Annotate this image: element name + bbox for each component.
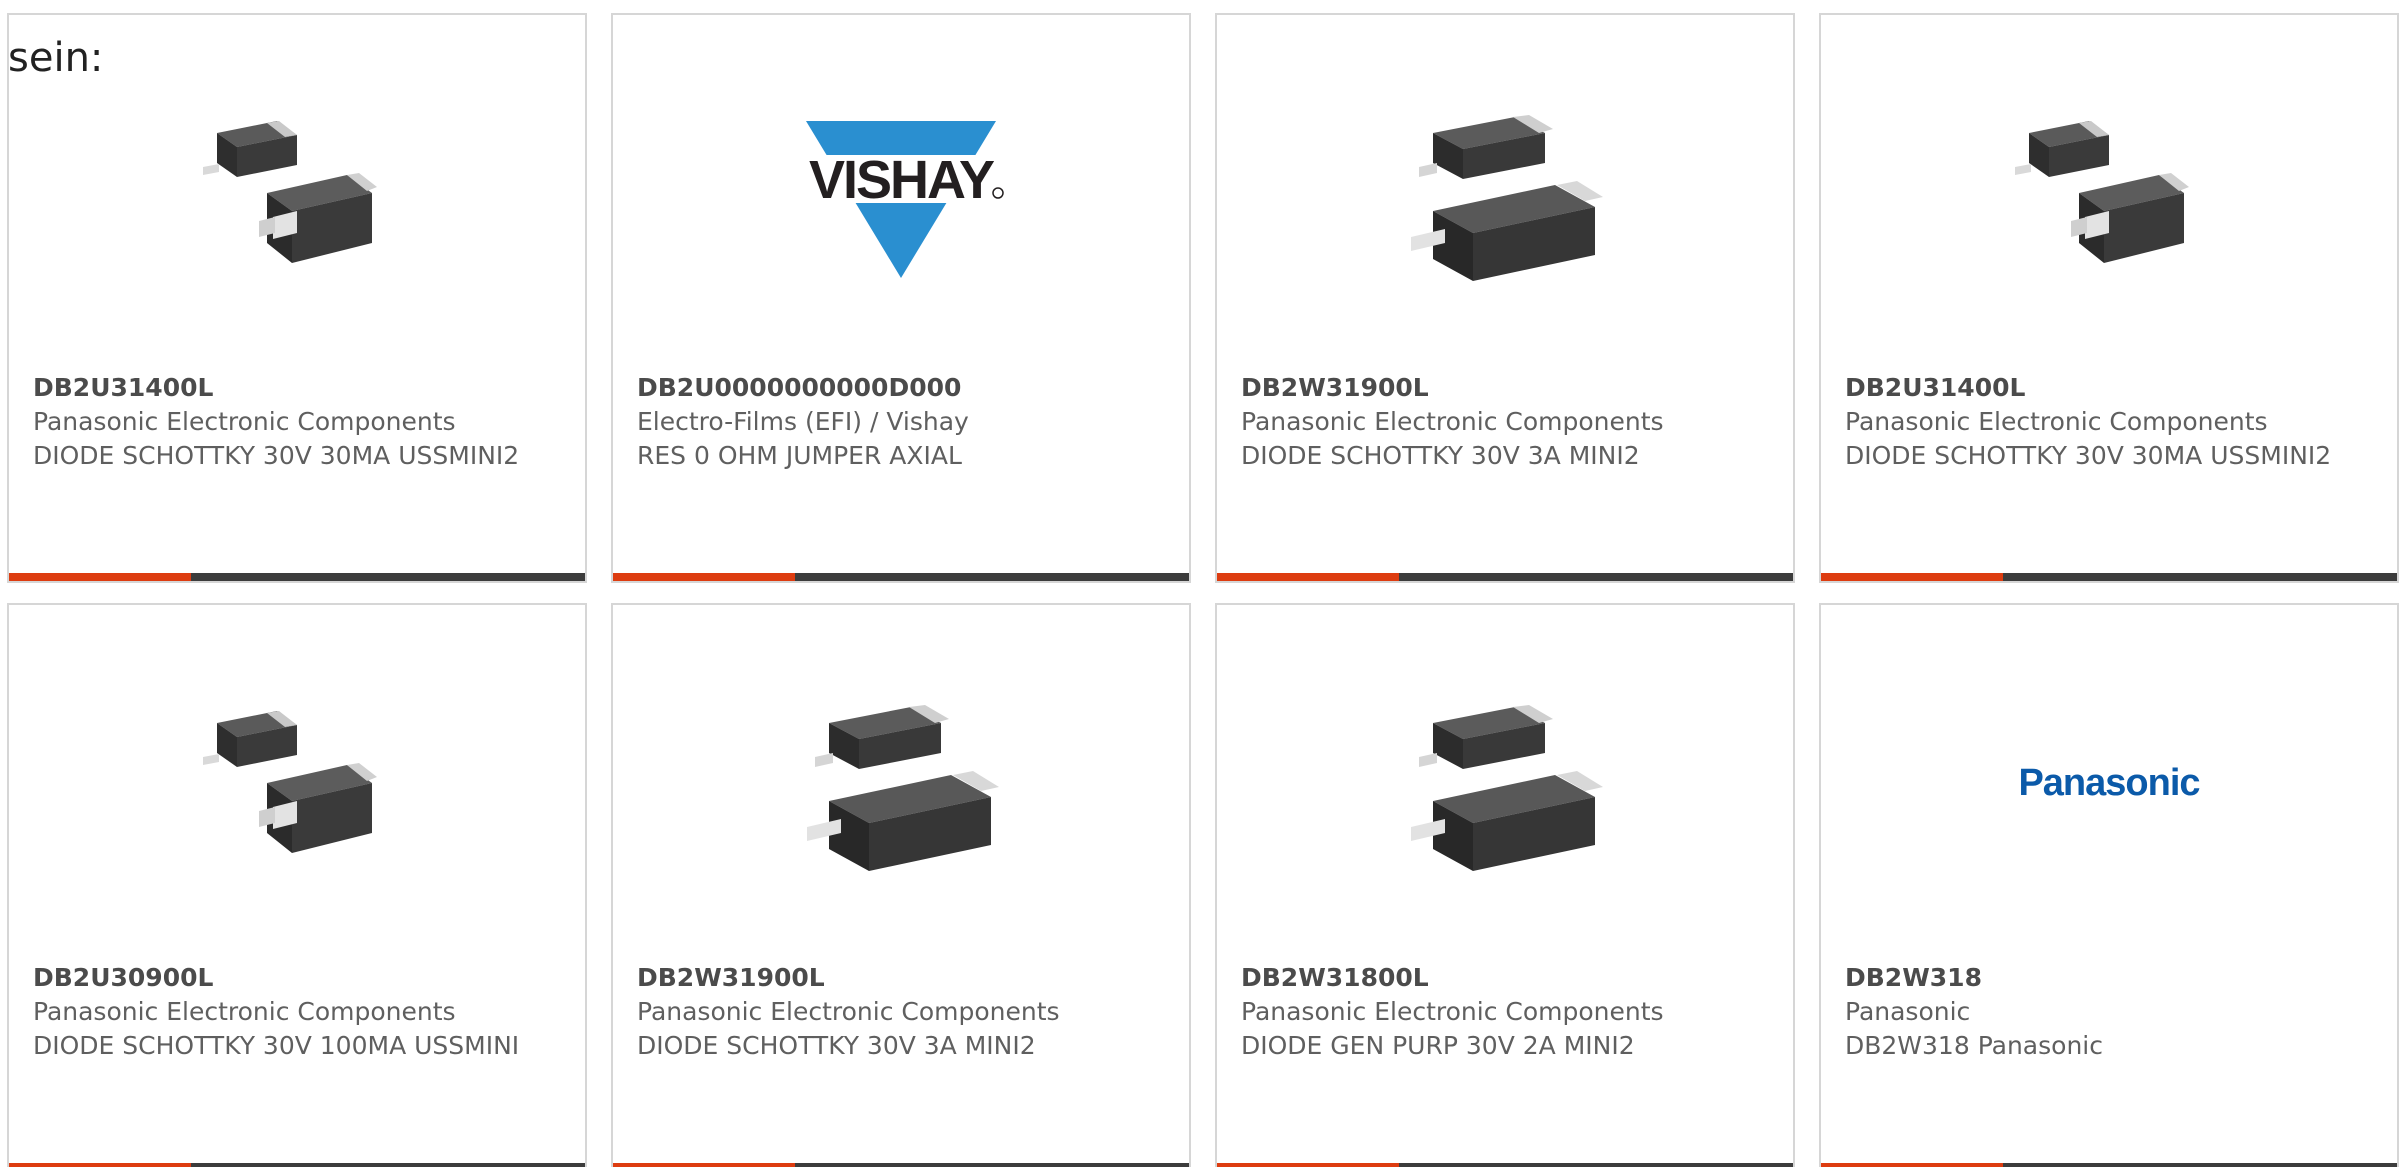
ussmini-package-icon <box>197 93 397 293</box>
product-info: DB2U30900L Panasonic Electronic Componen… <box>33 961 569 1063</box>
product-description: DB2W318 Panasonic <box>1845 1031 2103 1060</box>
manufacturer-name: Panasonic Electronic Components <box>1241 407 1664 436</box>
vishay-logo-icon: VISHAY <box>796 121 1006 278</box>
product-grid: DB2U31400L Panasonic Electronic Componen… <box>0 0 2400 1167</box>
part-number-link[interactable]: DB2W31900L <box>637 961 1173 995</box>
card-footer-bar <box>9 1163 585 1167</box>
card-accent-bar <box>1821 573 2003 581</box>
product-description: DIODE GEN PURP 30V 2A MINI2 <box>1241 1031 1635 1060</box>
part-number-link[interactable]: DB2U0000000000D000 <box>637 371 1173 405</box>
product-card[interactable]: DB2W31900L Panasonic Electronic Componen… <box>611 603 1191 1167</box>
manufacturer-name: Electro-Films (EFI) / Vishay <box>637 407 969 436</box>
product-card[interactable]: DB2U31400L Panasonic Electronic Componen… <box>1819 13 2399 583</box>
card-footer-bar <box>1821 573 2397 581</box>
part-number-link[interactable]: DB2W31900L <box>1241 371 1777 405</box>
product-image[interactable] <box>613 673 1189 893</box>
mini2-package-icon <box>1405 683 1605 883</box>
card-accent-bar <box>1217 1163 1399 1167</box>
product-info: DB2W31800L Panasonic Electronic Componen… <box>1241 961 1777 1063</box>
product-description: DIODE SCHOTTKY 30V 30MA USSMINI2 <box>1845 441 2332 470</box>
card-accent-bar <box>9 1163 191 1167</box>
product-description: DIODE SCHOTTKY 30V 3A MINI2 <box>1241 441 1640 470</box>
mini2-package-icon <box>801 683 1001 883</box>
card-footer-bar <box>1821 1163 2397 1167</box>
product-info: DB2W31900L Panasonic Electronic Componen… <box>637 961 1173 1063</box>
panasonic-logo-text: Panasonic <box>2018 762 2200 804</box>
product-description: RES 0 OHM JUMPER AXIAL <box>637 441 962 470</box>
manufacturer-name: Panasonic Electronic Components <box>33 407 456 436</box>
product-card[interactable]: DB2W31900L Panasonic Electronic Componen… <box>1215 13 1795 583</box>
card-footer-bar <box>613 573 1189 581</box>
part-number-link[interactable]: DB2U31400L <box>1845 371 2381 405</box>
product-description: DIODE SCHOTTKY 30V 100MA USSMINI <box>33 1031 520 1060</box>
product-info: DB2U31400L Panasonic Electronic Componen… <box>33 371 569 473</box>
product-image[interactable]: Panasonic <box>1821 673 2397 893</box>
product-image[interactable] <box>1217 83 1793 303</box>
part-number-link[interactable]: DB2W318 <box>1845 961 2381 995</box>
card-footer-bar <box>1217 573 1793 581</box>
product-image[interactable] <box>9 83 585 303</box>
product-card[interactable]: DB2U31400L Panasonic Electronic Componen… <box>7 13 587 583</box>
ussmini-package-icon <box>197 683 397 883</box>
vishay-logo-text: VISHAY <box>809 150 995 210</box>
card-footer-bar <box>613 1163 1189 1167</box>
manufacturer-name: Panasonic Electronic Components <box>637 997 1060 1026</box>
card-accent-bar <box>9 573 191 581</box>
product-image[interactable]: VISHAY <box>613 83 1189 303</box>
manufacturer-name: Panasonic <box>1845 997 1971 1026</box>
product-image[interactable] <box>1821 83 2397 303</box>
card-accent-bar <box>1821 1163 2003 1167</box>
product-info: DB2W31900L Panasonic Electronic Componen… <box>1241 371 1777 473</box>
product-info: DB2W318 Panasonic DB2W318 Panasonic <box>1845 961 2381 1063</box>
manufacturer-name: Panasonic Electronic Components <box>1845 407 2268 436</box>
part-number-link[interactable]: DB2W31800L <box>1241 961 1777 995</box>
part-number-link[interactable]: DB2U31400L <box>33 371 569 405</box>
card-footer-bar <box>9 573 585 581</box>
product-info: DB2U31400L Panasonic Electronic Componen… <box>1845 371 2381 473</box>
manufacturer-name: Panasonic Electronic Components <box>1241 997 1664 1026</box>
panasonic-logo-icon: Panasonic <box>2018 762 2201 804</box>
product-card[interactable]: DB2U30900L Panasonic Electronic Componen… <box>7 603 587 1167</box>
product-card[interactable]: DB2W31800L Panasonic Electronic Componen… <box>1215 603 1795 1167</box>
part-number-link[interactable]: DB2U30900L <box>33 961 569 995</box>
product-image[interactable] <box>9 673 585 893</box>
intro-text: sein: <box>8 35 104 81</box>
product-grid-page: sein: DB2U31400L Panasonic Electronic Co… <box>0 0 2400 1167</box>
mini2-package-icon <box>1405 93 1605 293</box>
card-footer-bar <box>1217 1163 1793 1167</box>
ussmini-package-icon <box>2009 93 2209 293</box>
product-info: DB2U0000000000D000 Electro-Films (EFI) /… <box>637 371 1173 473</box>
product-image[interactable] <box>1217 673 1793 893</box>
card-accent-bar <box>613 573 795 581</box>
product-card[interactable]: VISHAY DB2U0000000000D000 Electro-Films … <box>611 13 1191 583</box>
card-accent-bar <box>613 1163 795 1167</box>
product-description: DIODE SCHOTTKY 30V 3A MINI2 <box>637 1031 1036 1060</box>
product-card[interactable]: Panasonic DB2W318 Panasonic DB2W318 Pana… <box>1819 603 2399 1167</box>
product-description: DIODE SCHOTTKY 30V 30MA USSMINI2 <box>33 441 520 470</box>
card-accent-bar <box>1217 573 1399 581</box>
manufacturer-name: Panasonic Electronic Components <box>33 997 456 1026</box>
